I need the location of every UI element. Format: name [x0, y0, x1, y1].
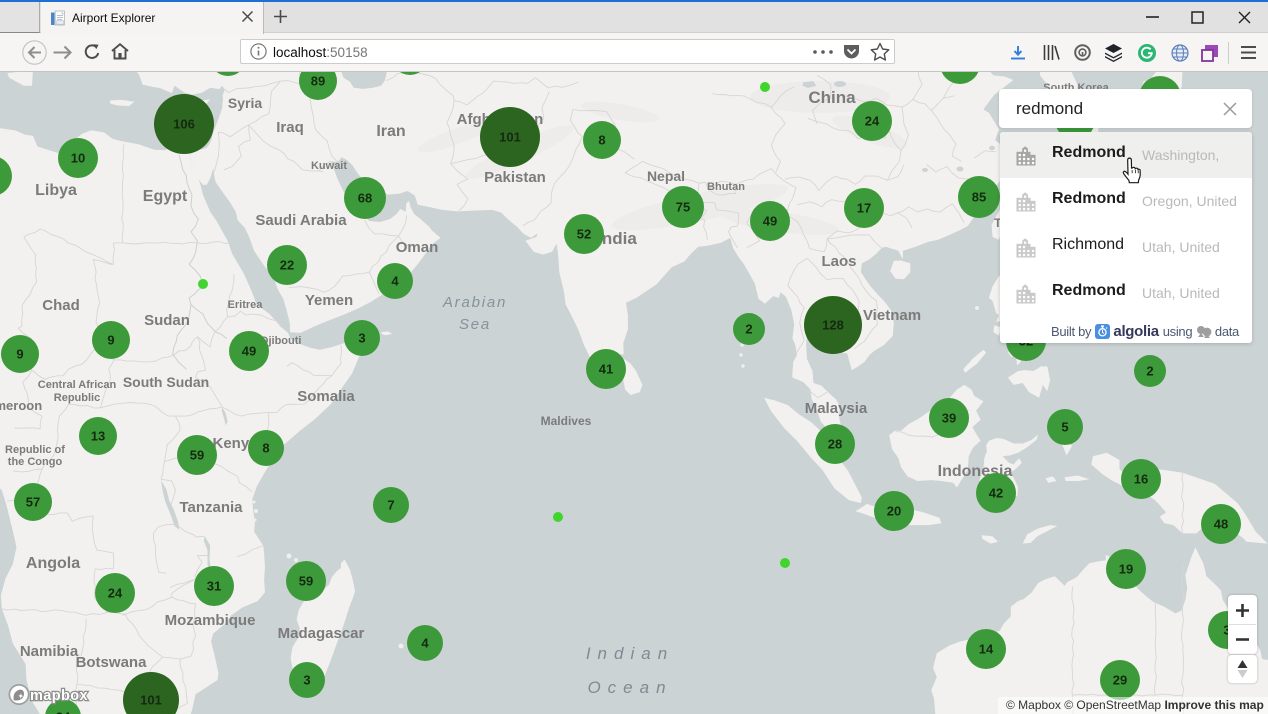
svg-text:101: 101	[140, 693, 162, 708]
svg-text:24: 24	[865, 114, 880, 129]
svg-text:Republic of: Republic of	[5, 444, 65, 456]
svg-text:Tanzania: Tanzania	[179, 499, 243, 516]
svg-text:Nepal: Nepal	[647, 168, 685, 184]
svg-text:2: 2	[745, 322, 752, 337]
svg-text:20: 20	[887, 504, 901, 519]
svg-text:31: 31	[207, 579, 221, 594]
svg-text:Pakistan: Pakistan	[484, 169, 546, 186]
svg-text:39: 39	[942, 411, 956, 426]
svg-text:24: 24	[108, 586, 123, 601]
svg-text:mapbox: mapbox	[30, 688, 88, 704]
svg-text:106: 106	[173, 117, 195, 132]
svg-text:Botswana: Botswana	[76, 654, 148, 671]
svg-text:22: 22	[280, 258, 294, 273]
svg-text:16: 16	[1134, 472, 1148, 487]
svg-text:49: 49	[763, 214, 777, 229]
svg-text:8: 8	[598, 133, 605, 148]
svg-text:14: 14	[979, 642, 994, 657]
svg-text:101: 101	[499, 130, 521, 145]
svg-text:59: 59	[299, 574, 313, 589]
svg-text:9: 9	[16, 347, 23, 362]
svg-text:Sudan: Sudan	[144, 312, 190, 329]
svg-text:Libya: Libya	[35, 182, 77, 199]
svg-text:8: 8	[262, 441, 269, 456]
svg-text:Angola: Angola	[26, 555, 80, 572]
svg-text:Egypt: Egypt	[143, 188, 188, 205]
svg-text:Somalia: Somalia	[297, 388, 355, 405]
svg-text:Sea: Sea	[459, 316, 491, 333]
svg-text:China: China	[808, 88, 856, 107]
svg-text:48: 48	[1214, 517, 1228, 532]
svg-text:68: 68	[358, 191, 372, 206]
svg-text:Iraq: Iraq	[276, 119, 304, 136]
svg-text:3: 3	[358, 331, 365, 346]
svg-text:4: 4	[421, 636, 429, 651]
svg-text:Kuwait: Kuwait	[311, 160, 347, 172]
svg-text:Laos: Laos	[821, 253, 856, 270]
svg-text:57: 57	[26, 495, 40, 510]
svg-text:28: 28	[828, 437, 842, 452]
svg-text:Iran: Iran	[376, 123, 405, 140]
svg-text:85: 85	[972, 190, 986, 205]
svg-text:7: 7	[387, 498, 394, 513]
svg-text:2: 2	[1146, 364, 1153, 379]
svg-text:10: 10	[71, 151, 85, 166]
svg-text:Indian: Indian	[586, 644, 674, 663]
svg-text:41: 41	[599, 362, 613, 377]
svg-text:Maldives: Maldives	[541, 414, 592, 428]
svg-text:South Sudan: South Sudan	[123, 374, 209, 390]
svg-text:Syria: Syria	[228, 95, 262, 111]
svg-text:128: 128	[822, 318, 844, 333]
svg-text:42: 42	[989, 486, 1003, 501]
svg-text:3: 3	[303, 673, 310, 688]
svg-text:Cameroon: Cameroon	[0, 398, 42, 413]
svg-text:Namibia: Namibia	[20, 643, 79, 660]
svg-text:Mozambique: Mozambique	[165, 612, 256, 629]
svg-text:9: 9	[107, 333, 114, 348]
svg-text:4: 4	[391, 274, 399, 289]
svg-text:Bhutan: Bhutan	[707, 181, 745, 193]
svg-text:Ocean: Ocean	[587, 678, 672, 697]
svg-text:49: 49	[242, 344, 256, 359]
svg-text:Republic: Republic	[54, 392, 100, 404]
svg-text:Saudi Arabia: Saudi Arabia	[255, 212, 347, 229]
svg-text:52: 52	[577, 227, 591, 242]
svg-text:5: 5	[1061, 420, 1068, 435]
svg-text:17: 17	[857, 201, 871, 216]
svg-text:75: 75	[676, 200, 690, 215]
svg-text:the Congo: the Congo	[8, 456, 63, 468]
svg-text:Malaysia: Malaysia	[805, 400, 868, 417]
svg-text:Arabian: Arabian	[442, 294, 507, 311]
svg-text:Oman: Oman	[396, 239, 439, 256]
svg-text:Chad: Chad	[42, 297, 80, 314]
svg-text:89: 89	[311, 74, 325, 89]
svg-text:Vietnam: Vietnam	[863, 307, 921, 324]
svg-text:59: 59	[190, 448, 204, 463]
svg-text:13: 13	[91, 429, 105, 444]
svg-text:29: 29	[1113, 673, 1127, 688]
svg-text:Yemen: Yemen	[305, 292, 353, 309]
svg-text:19: 19	[1119, 562, 1133, 577]
svg-text:Madagascar: Madagascar	[278, 625, 365, 642]
svg-text:Central African: Central African	[38, 379, 117, 391]
svg-text:Eritrea: Eritrea	[228, 299, 264, 311]
